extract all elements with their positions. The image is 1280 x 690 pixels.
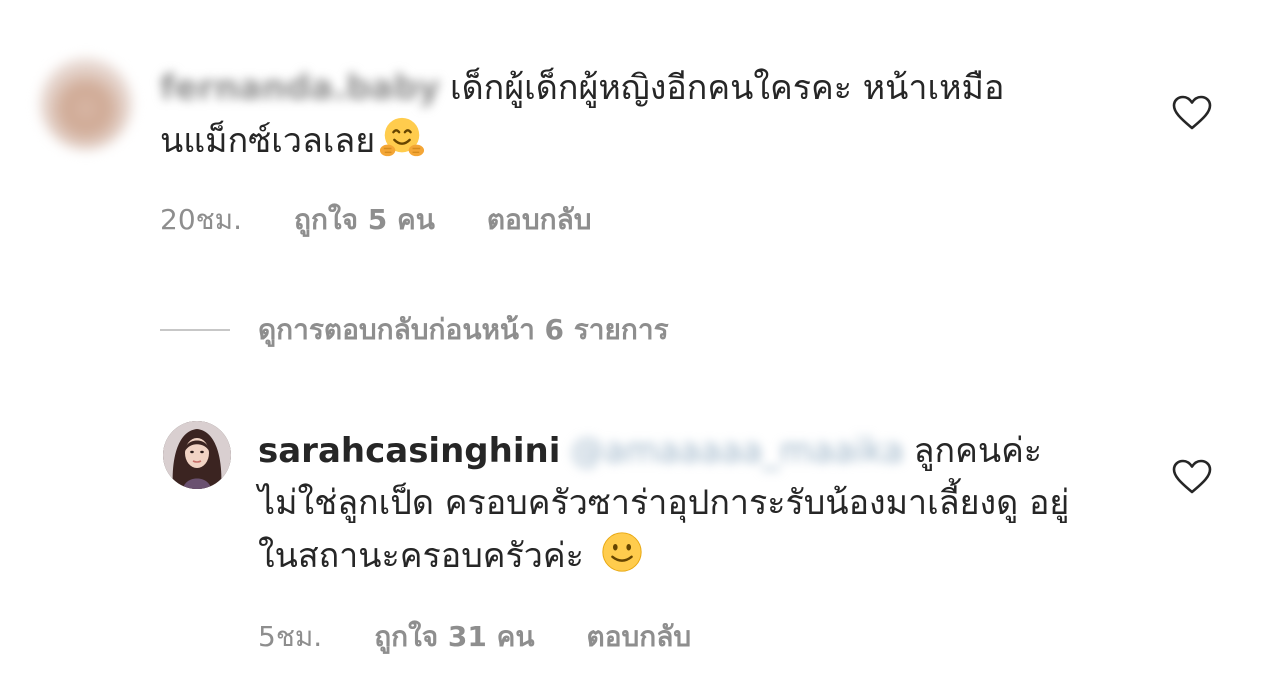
comment-username[interactable]: fernanda.baby [160, 62, 440, 114]
heart-icon[interactable] [1172, 95, 1212, 131]
avatar[interactable] [163, 421, 231, 489]
comment-timestamp: 5ชม. [258, 620, 323, 653]
comment-body: sarahcasinghini @amaaaaa_maaika ลูกคนค่ะ ไ… [258, 425, 1078, 582]
comment-meta: 5ชม. ถูกใจ 31 คน ตอบกลับ [258, 615, 691, 659]
profile-photo [163, 421, 231, 489]
comment-mention[interactable]: @amaaaaa_maaika [570, 425, 903, 477]
replies-divider-line [160, 329, 230, 331]
comment-timestamp: 20ชม. [160, 203, 242, 236]
heart-icon[interactable] [1172, 459, 1212, 495]
view-previous-replies-button[interactable]: ดูการตอบกลับก่อนหน้า 6 รายการ [160, 308, 669, 352]
comment-body: fernanda.baby เด็กผู้เด็กผู้หญิงอีกคนใครค… [160, 62, 1080, 167]
hugging-face-emoji-icon [380, 117, 425, 157]
view-replies-label: ดูการตอบกลับก่อนหน้า 6 รายการ [258, 313, 669, 346]
comment-likes-count[interactable]: ถูกใจ 5 คน [294, 198, 435, 242]
comment-likes-count[interactable]: ถูกใจ 31 คน [374, 615, 534, 659]
comment-username[interactable]: sarahcasinghini [258, 431, 560, 471]
avatar[interactable] [40, 58, 132, 150]
reply-button[interactable]: ตอบกลับ [587, 615, 692, 659]
reply-button[interactable]: ตอบกลับ [487, 198, 592, 242]
comment-meta: 20ชม. ถูกใจ 5 คน ตอบกลับ [160, 198, 592, 242]
slightly-smiling-face-emoji-icon [602, 532, 642, 572]
